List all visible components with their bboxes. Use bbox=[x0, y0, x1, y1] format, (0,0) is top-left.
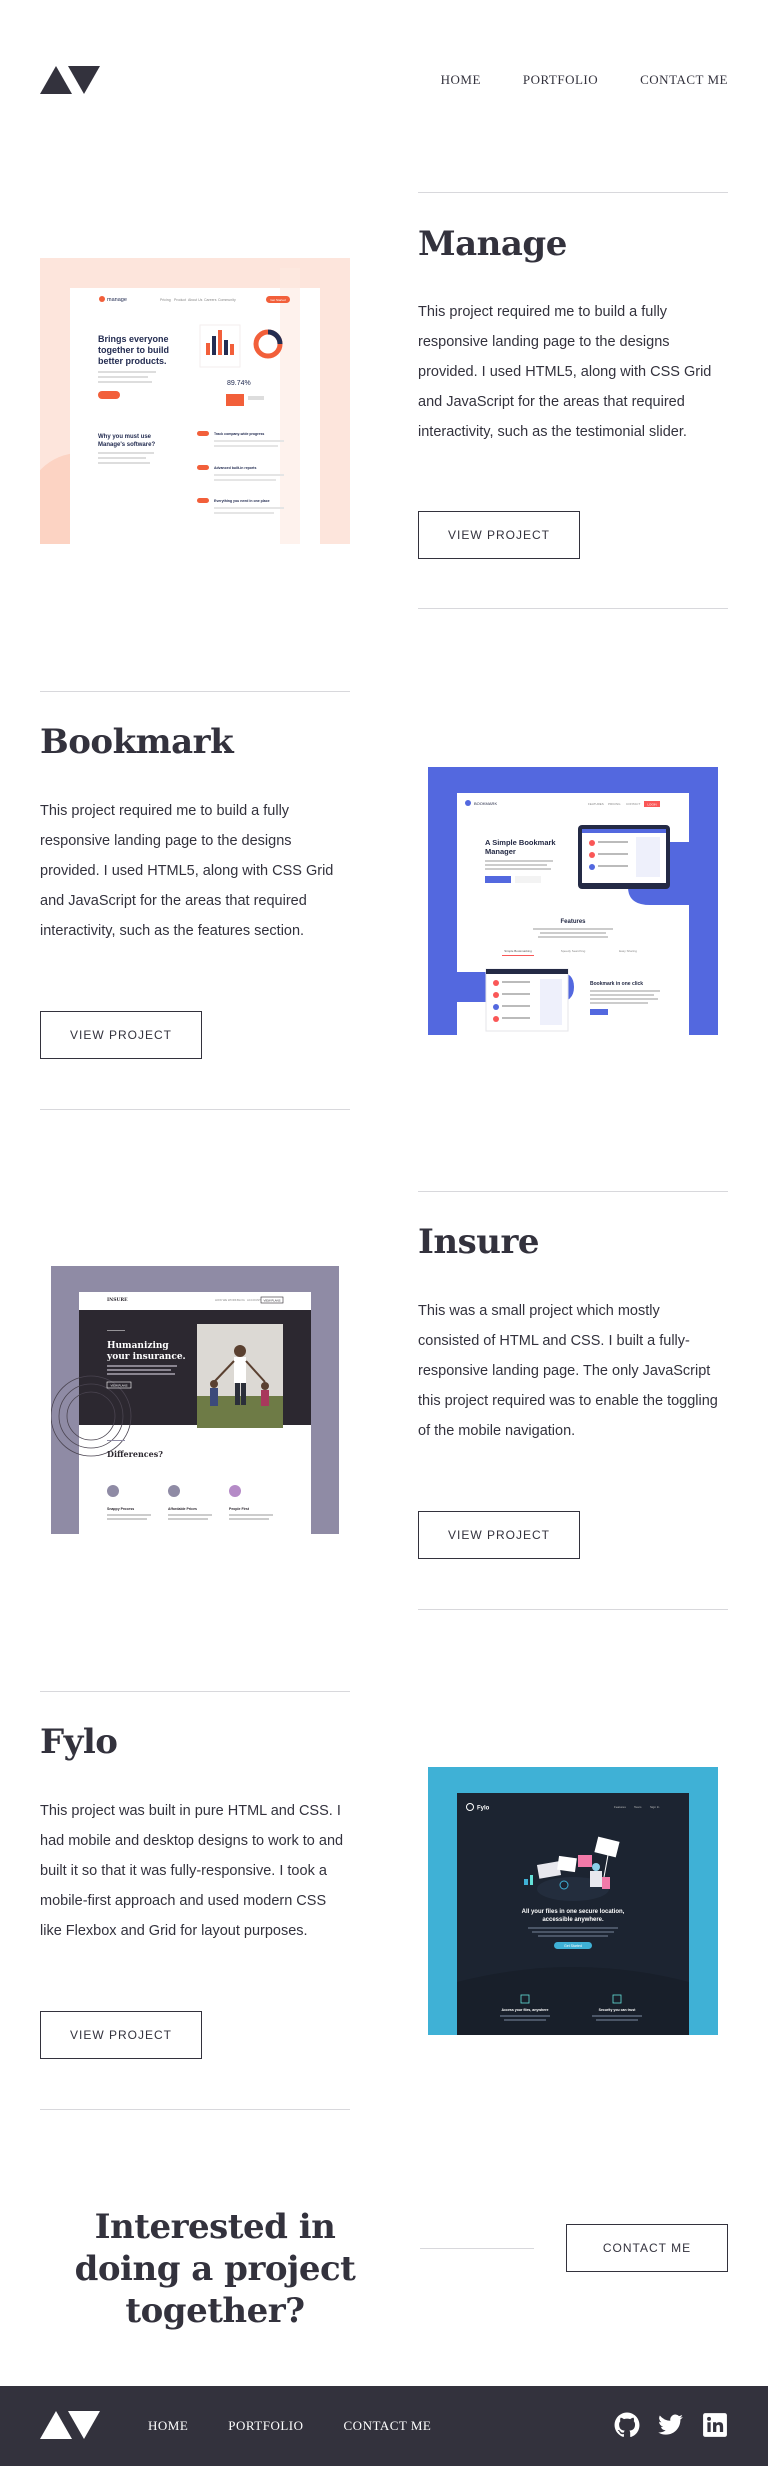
project-title: Bookmark bbox=[40, 722, 234, 762]
svg-text:your insurance.: your insurance. bbox=[106, 1352, 186, 1362]
project-description: This was a small project which mostly co… bbox=[418, 1303, 718, 1439]
view-project-button[interactable]: VIEW PROJECT bbox=[40, 2011, 202, 2059]
view-project-button[interactable]: VIEW PROJECT bbox=[418, 1511, 580, 1559]
nav-home-link[interactable]: HOME bbox=[441, 72, 481, 88]
thumb-tab: Simple Bookmarking bbox=[504, 949, 532, 953]
thumb-nav: Pricing bbox=[160, 298, 171, 302]
contact-me-button[interactable]: CONTACT ME bbox=[566, 2224, 728, 2272]
svg-text:Why you must use: Why you must use bbox=[98, 434, 152, 440]
thumb-feature: Advanced built-in reports bbox=[214, 466, 256, 470]
thumb-nav: Team bbox=[634, 1805, 642, 1809]
footer-portfolio-link[interactable]: PORTFOLIO bbox=[228, 2418, 303, 2434]
logo-icon[interactable] bbox=[40, 2409, 100, 2441]
site-footer: HOME PORTFOLIO CONTACT ME bbox=[0, 2386, 768, 2466]
divider bbox=[418, 1609, 728, 1610]
thumb-cta: Get Started bbox=[270, 298, 286, 302]
footer-contact-link[interactable]: CONTACT ME bbox=[344, 2418, 432, 2434]
nav-portfolio-link[interactable]: PORTFOLIO bbox=[523, 72, 598, 88]
thumb-tab: Speedy Searching bbox=[561, 949, 586, 953]
svg-text:Manage's software?: Manage's software? bbox=[98, 442, 155, 448]
thumb-brand: Fylo bbox=[477, 1806, 490, 1812]
github-icon[interactable] bbox=[614, 2412, 640, 2438]
main-nav: HOME PORTFOLIO CONTACT ME bbox=[441, 72, 728, 88]
svg-text:All your files in one secure l: All your files in one secure location, bbox=[522, 1909, 625, 1915]
project-description: This project was built in pure HTML and … bbox=[40, 1803, 344, 1939]
bookmark-thumbnail[interactable]: BOOKMARK FEATURES PRICING CONTACT LOGIN … bbox=[428, 767, 718, 1035]
divider bbox=[418, 608, 728, 609]
linkedin-icon[interactable] bbox=[702, 2412, 728, 2438]
svg-text:Brings everyone: Brings everyone bbox=[98, 334, 169, 344]
thumb-features-title: Features bbox=[560, 919, 586, 925]
thumb-brand: BOOKMARK bbox=[474, 801, 497, 806]
view-project-button[interactable]: VIEW PROJECT bbox=[40, 1011, 202, 1059]
thumb-nav: Careers bbox=[204, 298, 217, 302]
svg-text:better products.: better products. bbox=[98, 356, 167, 366]
divider bbox=[418, 1191, 728, 1192]
view-project-button[interactable]: VIEW PROJECT bbox=[418, 511, 580, 559]
project-description: This project required me to build a full… bbox=[40, 803, 334, 939]
project-title: Insure bbox=[418, 1222, 540, 1262]
thumb-feature: Everything you need in one place bbox=[214, 499, 270, 503]
divider bbox=[40, 2109, 350, 2110]
project-description: This project required me to build a full… bbox=[418, 304, 712, 440]
divider bbox=[418, 192, 728, 193]
footer-home-link[interactable]: HOME bbox=[148, 2418, 188, 2434]
thumb-nav: Sign In bbox=[650, 1805, 660, 1809]
thumb-col: Access your files, anywhere bbox=[502, 2008, 549, 2012]
thumb-nav: ACCOUNT bbox=[247, 1298, 261, 1302]
thumb-nav: CONTACT bbox=[626, 802, 640, 806]
thumb-tab: Easy Sharing bbox=[619, 949, 637, 953]
thumb-nav: Product bbox=[174, 298, 186, 302]
svg-text:Manager: Manager bbox=[485, 847, 516, 856]
thumb-cta: Get Started bbox=[564, 1944, 582, 1948]
nav-contact-link[interactable]: CONTACT ME bbox=[640, 72, 728, 88]
svg-text:together to build: together to build bbox=[98, 345, 169, 355]
twitter-icon[interactable] bbox=[658, 2412, 684, 2438]
thumb-nav: HOW WE WORK bbox=[215, 1298, 237, 1302]
thumb-stat: 89.74% bbox=[227, 380, 251, 387]
thumb-panel-title: Bookmark in one click bbox=[590, 981, 643, 987]
thumb-col: Snappy Process bbox=[107, 1507, 134, 1511]
thumb-hero-button: VIEW PLANS bbox=[110, 1383, 127, 1387]
divider bbox=[40, 691, 350, 692]
thumb-nav: FEATURES bbox=[588, 802, 604, 806]
thumb-col: Affordable Prices bbox=[168, 1507, 197, 1511]
thumb-nav: About Us bbox=[188, 298, 203, 302]
thumb-nav: Community bbox=[218, 298, 236, 302]
svg-text:Humanizing: Humanizing bbox=[107, 1341, 169, 1351]
thumb-brand: INSURE bbox=[107, 1297, 128, 1303]
project-title: Manage bbox=[418, 224, 567, 264]
svg-text:accessible anywhere.: accessible anywhere. bbox=[542, 1917, 604, 1923]
insure-thumbnail[interactable]: INSURE HOW WE WORK BLOG ACCOUNT VIEW PLA… bbox=[51, 1266, 339, 1534]
social-links bbox=[614, 2412, 728, 2438]
cta-divider bbox=[420, 2248, 534, 2249]
svg-text:A Simple Bookmark: A Simple Bookmark bbox=[485, 838, 556, 847]
thumb-feature: Track company-wide progress bbox=[214, 432, 264, 436]
footer-nav: HOME PORTFOLIO CONTACT ME bbox=[148, 2418, 431, 2434]
logo-icon[interactable] bbox=[40, 64, 100, 96]
thumb-nav: Features bbox=[614, 1805, 626, 1809]
thumb-col: Security you can trust bbox=[599, 2008, 637, 2012]
thumb-section-title: Differences? bbox=[107, 1449, 163, 1459]
thumb-nav-cta: VIEW PLANS bbox=[263, 1298, 280, 1302]
divider bbox=[40, 1691, 350, 1692]
thumb-nav: BLOG bbox=[237, 1298, 245, 1302]
site-header: HOME PORTFOLIO CONTACT ME bbox=[40, 64, 728, 98]
divider bbox=[40, 1109, 350, 1110]
project-title: Fylo bbox=[40, 1722, 118, 1762]
thumb-nav: LOGIN bbox=[647, 803, 656, 807]
cta-title: Interested in doing a project together? bbox=[74, 2207, 356, 2331]
thumb-col: People First bbox=[229, 1507, 250, 1511]
fylo-thumbnail[interactable]: Fylo Features Team Sign In All your file… bbox=[428, 1767, 718, 2035]
thumb-nav: PRICING bbox=[608, 802, 621, 806]
thumb-brand: manage bbox=[107, 297, 127, 303]
manage-thumbnail[interactable]: manage Pricing Product About Us Careers … bbox=[40, 258, 350, 544]
